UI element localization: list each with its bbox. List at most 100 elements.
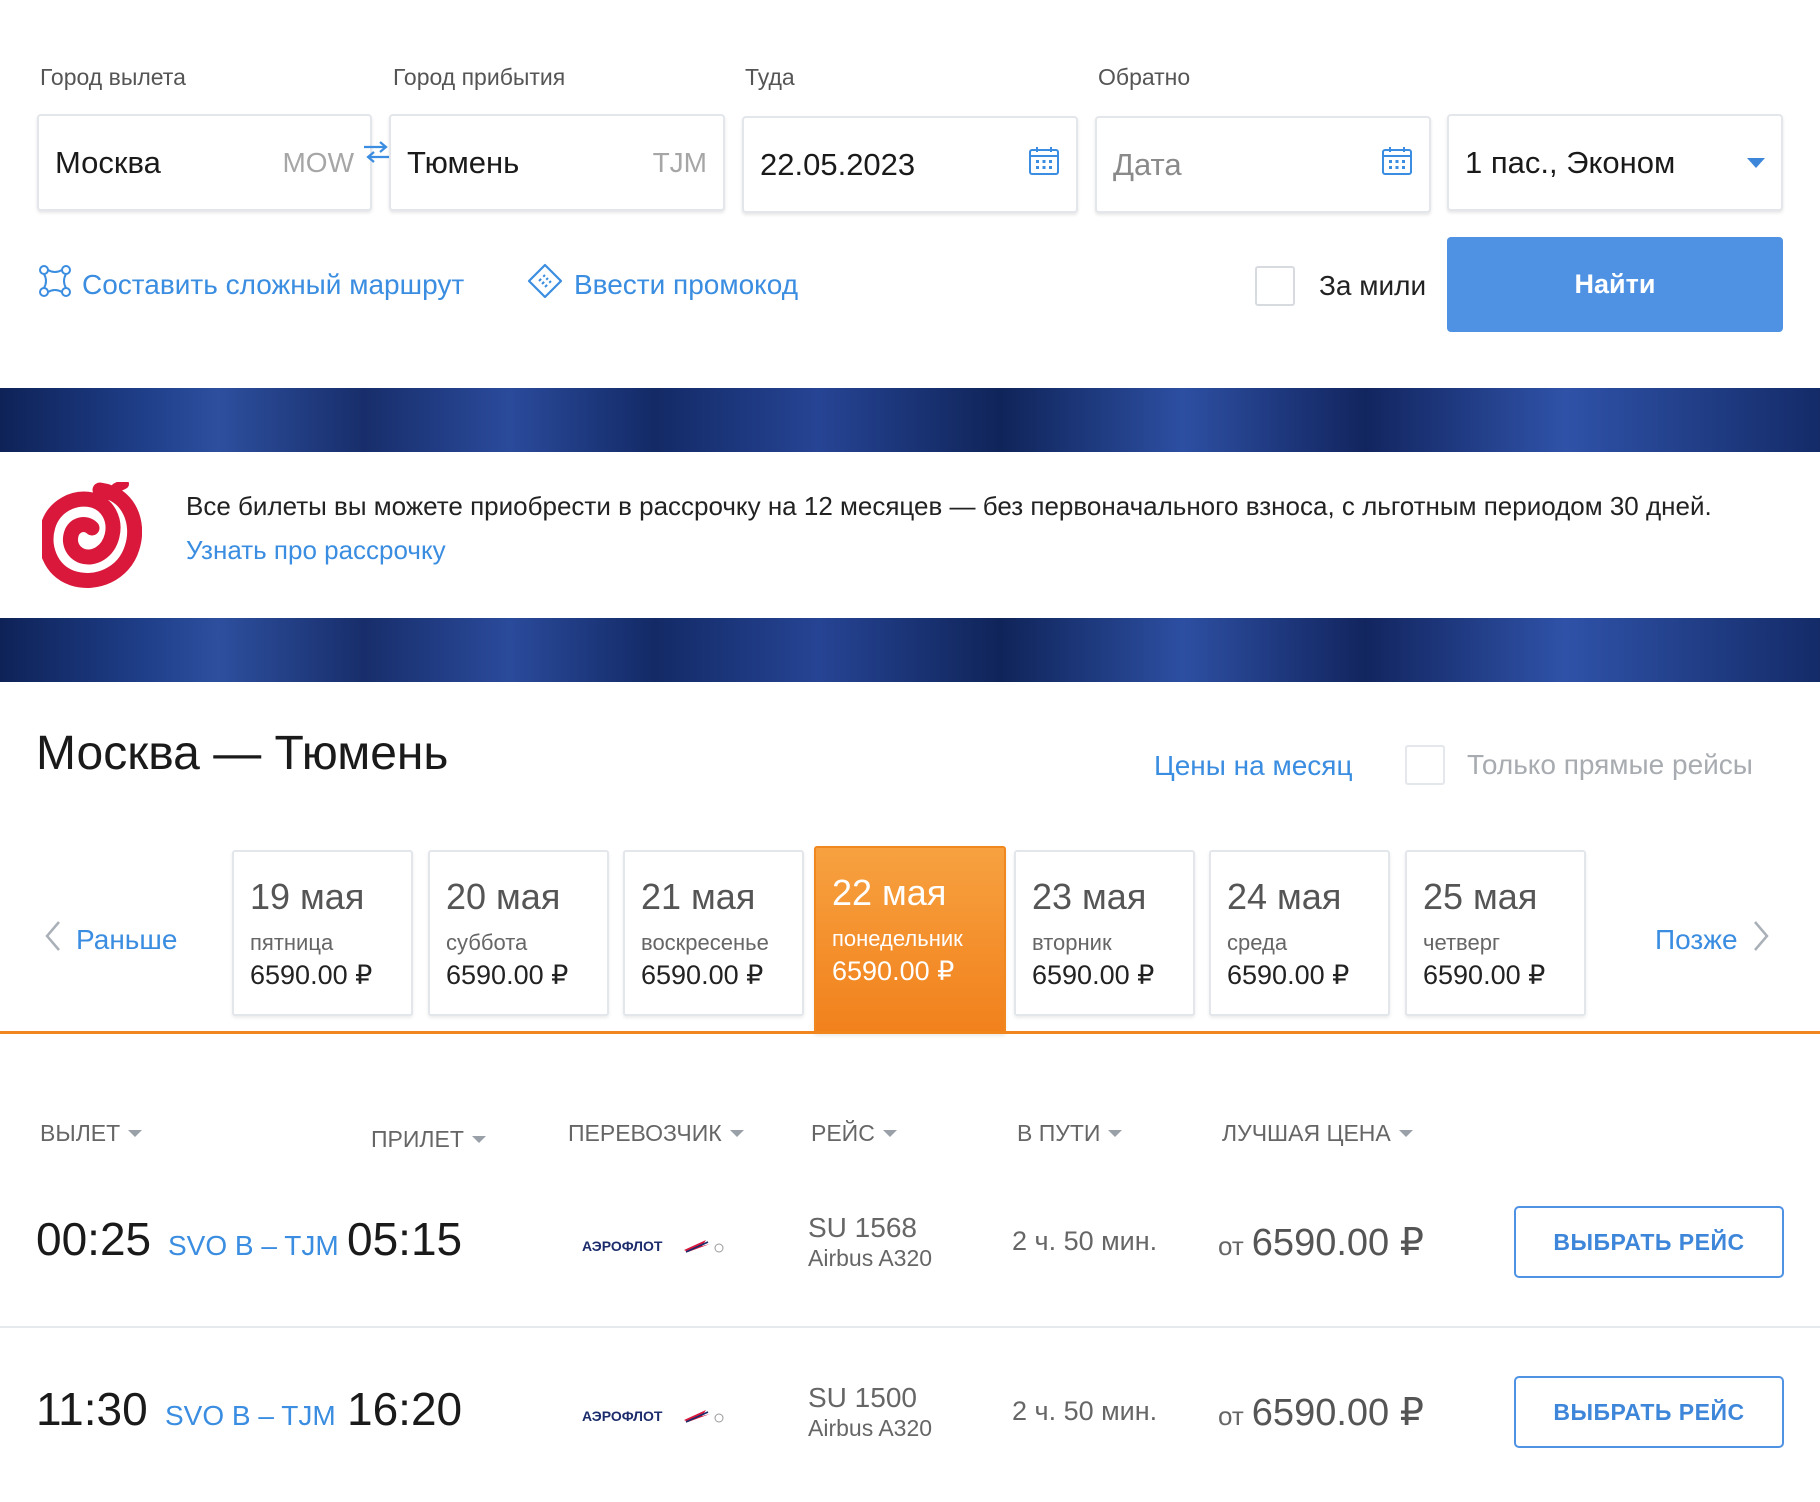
sort-carrier[interactable]: ПЕРЕВОЗЧИК (568, 1120, 744, 1147)
carrier-name: АЭРОФЛОТ (582, 1408, 663, 1424)
date-tab-weekday: среда (1227, 930, 1288, 955)
sort-departure[interactable]: ВЫЛЕТ (40, 1120, 143, 1147)
sort-flight[interactable]: РЕЙС (811, 1120, 897, 1147)
date-tab-weekday: понедельник (832, 926, 963, 951)
date-tab[interactable]: 20 мая суббота 6590.00 ₽ (428, 850, 609, 1016)
sort-caret-icon (128, 1130, 143, 1137)
date-tab[interactable]: 24 мая среда 6590.00 ₽ (1209, 850, 1390, 1016)
swap-arrows-icon[interactable] (362, 140, 392, 169)
banner-stripe-bottom (0, 618, 1820, 682)
sort-duration[interactable]: В ПУТИ (1017, 1120, 1123, 1147)
direct-only-checkbox[interactable] (1405, 745, 1445, 785)
miles-label: За мили (1319, 270, 1427, 301)
departure-time: 00:25 (36, 1213, 152, 1265)
earlier-button[interactable]: Раньше (44, 920, 177, 959)
select-flight-button[interactable]: ВЫБРАТЬ РЕЙС (1514, 1206, 1784, 1278)
flight-info: SU 1568 Airbus A320 (808, 1212, 932, 1274)
promo-code-link[interactable]: Ввести промокод (526, 262, 798, 307)
to-label: Город прибытия (393, 64, 566, 90)
date-tab-weekday: воскресенье (641, 930, 769, 955)
sort-caret-icon (882, 1130, 897, 1137)
date-tab-date: 19 мая (250, 876, 365, 917)
chevron-left-icon (44, 920, 62, 959)
return-date-field[interactable]: Дата (1095, 116, 1431, 213)
dropdown-caret-icon (1747, 157, 1765, 168)
col-carrier-label: ПЕРЕВОЗЧИК (568, 1120, 722, 1146)
date-tab-weekday: пятница (250, 930, 334, 955)
complex-route-link[interactable]: Составить сложный маршрут (38, 264, 464, 305)
complex-route-label: Составить сложный маршрут (82, 268, 465, 300)
direct-only-toggle[interactable]: Только прямые рейсы (1405, 745, 1753, 785)
aircraft-type: Airbus A320 (808, 1245, 933, 1271)
price-value: 6590.00 ₽ (1251, 1392, 1424, 1434)
arrival-time: 05:15 (347, 1213, 463, 1265)
table-row: 11:30 SVO B – TJM 16:20 АЭРОФЛОТ SU 1500… (0, 1370, 1820, 1502)
table-row: 00:25 SVO B – TJM 05:15 АЭРОФЛОТ SU 1568… (0, 1200, 1820, 1370)
flight-number: SU 1500 (808, 1382, 917, 1413)
depart-date-value: 22.05.2023 (760, 146, 916, 182)
sort-best-price[interactable]: ЛУЧШАЯ ЦЕНА (1222, 1120, 1413, 1147)
col-departure-label: ВЫЛЕТ (40, 1120, 121, 1146)
earlier-label: Раньше (76, 923, 178, 955)
promo-code-label: Ввести промокод (574, 268, 799, 300)
date-tab-active[interactable]: 22 мая понедельник 6590.00 ₽ (814, 846, 1006, 1034)
installment-link[interactable]: Узнать про рассрочку (186, 535, 446, 565)
later-button[interactable]: Позже (1655, 920, 1770, 959)
select-flight-button[interactable]: ВЫБРАТЬ РЕЙС (1514, 1376, 1784, 1448)
sort-caret-icon (1398, 1130, 1413, 1137)
flight-info: SU 1500 Airbus A320 (808, 1382, 932, 1444)
carrier-name: АЭРОФЛОТ (582, 1238, 663, 1254)
best-price: от 6590.00 ₽ (1218, 1390, 1424, 1435)
route-airports[interactable]: SVO B – TJM (168, 1230, 339, 1262)
page-title: Москва — Тюмень (36, 727, 449, 780)
date-tab-date: 21 мая (641, 876, 756, 917)
depart-date-field[interactable]: 22.05.2023 (742, 116, 1078, 213)
promo-ticket-icon (526, 262, 564, 307)
sort-arrival[interactable]: ПРИЛЕТ (371, 1126, 486, 1153)
date-tab-date: 20 мая (446, 876, 561, 917)
from-label: Город вылета (40, 64, 186, 90)
later-label: Позже (1655, 923, 1738, 955)
banner-stripe-top (0, 388, 1820, 452)
route-airports[interactable]: SVO B – TJM (165, 1400, 336, 1432)
date-tab[interactable]: 25 мая четверг 6590.00 ₽ (1405, 850, 1586, 1016)
to-city-code: TJM (652, 146, 707, 178)
col-flight-label: РЕЙС (811, 1120, 875, 1146)
aeroflot-logo-icon: АЭРОФЛОТ (580, 1236, 730, 1261)
chevron-right-icon (1752, 920, 1770, 959)
to-city-value: Тюмень (407, 144, 520, 180)
date-tab-date: 23 мая (1032, 876, 1147, 917)
date-tab-price: 6590.00 ₽ (1423, 960, 1546, 990)
aircraft-type: Airbus A320 (808, 1415, 933, 1441)
find-button[interactable]: Найти (1447, 237, 1783, 332)
date-tab[interactable]: 19 мая пятница 6590.00 ₽ (232, 850, 413, 1016)
passengers-value: 1 пас., Эконом (1465, 144, 1676, 180)
return-label: Обратно (1098, 64, 1191, 90)
to-city-field[interactable]: Тюмень TJM (389, 114, 725, 211)
flight-number: SU 1568 (808, 1212, 917, 1243)
calendar-icon (1381, 145, 1413, 185)
date-tab[interactable]: 23 мая вторник 6590.00 ₽ (1014, 850, 1195, 1016)
return-date-placeholder: Дата (1113, 146, 1182, 182)
price-value: 6590.00 ₽ (1251, 1222, 1424, 1264)
date-tab-price: 6590.00 ₽ (641, 960, 764, 990)
promo-message: Все билеты вы можете приобрести в рассро… (186, 484, 1786, 572)
month-prices-link[interactable]: Цены на месяц (1154, 750, 1353, 782)
date-tab-date: 25 мая (1423, 876, 1538, 917)
price-prefix: от (1218, 1231, 1244, 1261)
flight-duration: 2 ч. 50 мин. (1012, 1226, 1158, 1256)
col-best-price-label: ЛУЧШАЯ ЦЕНА (1222, 1120, 1391, 1146)
promo-message-text: Все билеты вы можете приобрести в рассро… (186, 491, 1712, 521)
miles-checkbox[interactable] (1255, 266, 1295, 306)
aeroflot-logo-icon: АЭРОФЛОТ (580, 1406, 730, 1431)
col-duration-label: В ПУТИ (1017, 1120, 1101, 1146)
passengers-select[interactable]: 1 пас., Эконом (1447, 114, 1783, 211)
sort-caret-icon (1108, 1130, 1123, 1137)
sort-caret-icon (471, 1136, 486, 1143)
date-tab[interactable]: 21 мая воскресенье 6590.00 ₽ (623, 850, 804, 1016)
installment-logo-icon (38, 479, 143, 593)
from-city-field[interactable]: Москва MOW (37, 114, 372, 211)
miles-toggle[interactable]: За мили (1255, 266, 1426, 306)
active-date-underline (0, 1031, 1820, 1034)
departure-time: 11:30 (36, 1383, 148, 1435)
